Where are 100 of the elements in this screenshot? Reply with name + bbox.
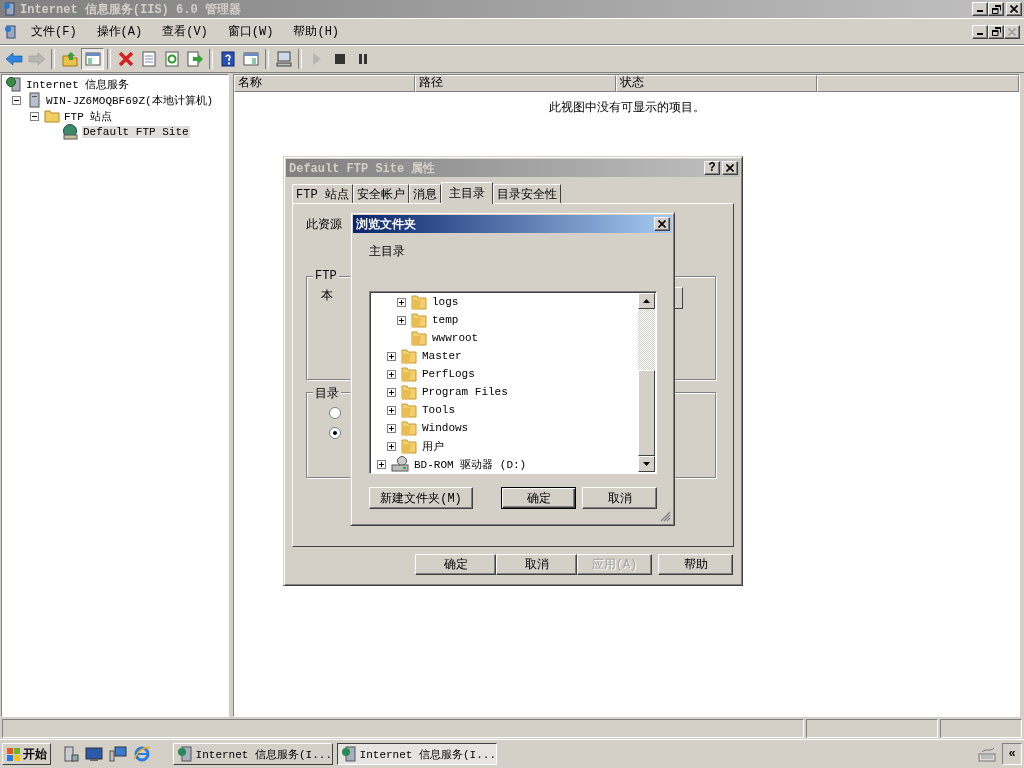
expand-icon[interactable] — [387, 441, 396, 451]
dialog-title: Default FTP Site 属性 — [289, 160, 436, 177]
radio-button[interactable] — [329, 427, 341, 439]
start-button[interactable]: 开始 — [2, 743, 51, 765]
tree-item[interactable]: Program Files — [422, 386, 508, 398]
expand-icon[interactable] — [387, 351, 396, 361]
tree-item[interactable]: WIN-JZ6MOQBF69Z(本地计算机) — [45, 92, 215, 108]
expand-icon[interactable] — [387, 405, 396, 415]
group-label: 目录 — [313, 385, 341, 402]
back-arrow-icon — [4, 51, 23, 67]
refresh-icon — [163, 51, 180, 67]
folder-icon — [411, 312, 427, 328]
tree-item[interactable]: FTP 站点 — [63, 108, 114, 124]
play-icon — [311, 53, 322, 65]
intro-text: 此资源 — [306, 217, 342, 233]
close-icon — [1010, 5, 1018, 13]
expand-icon[interactable] — [377, 459, 386, 469]
expand-icon[interactable] — [397, 297, 406, 307]
restore-button[interactable] — [988, 24, 1004, 39]
close-button[interactable] — [654, 217, 670, 231]
tree-item[interactable]: wwwroot — [432, 332, 479, 344]
radio-button[interactable] — [329, 407, 341, 419]
window-title: Internet 信息服务(IIS) 6.0 管理器 — [20, 1, 241, 18]
stop-icon — [334, 54, 345, 64]
tree-item[interactable]: logs — [432, 296, 459, 308]
close-icon — [658, 220, 666, 228]
folder-icon — [411, 330, 427, 346]
tree-item[interactable]: temp — [432, 314, 459, 326]
menu-item[interactable]: 查看(V) — [155, 21, 215, 42]
minimize-icon — [977, 10, 983, 12]
down-arrow-icon — [643, 462, 650, 466]
tree-item[interactable]: PerfLogs — [422, 368, 475, 380]
tab[interactable]: 主目录 — [440, 182, 493, 204]
tree-item[interactable]: Windows — [422, 422, 469, 434]
menu-item[interactable]: 文件(F) — [24, 21, 84, 42]
restore-button[interactable] — [988, 2, 1004, 16]
minimize-icon — [977, 32, 983, 35]
scrollbar[interactable] — [638, 293, 655, 472]
dialog-button[interactable]: 确定 — [501, 487, 576, 509]
dialog-title: 浏览文件夹 — [356, 216, 416, 233]
expand-icon[interactable] — [397, 315, 406, 325]
browser-icon[interactable] — [133, 745, 151, 763]
close-button[interactable] — [1006, 2, 1022, 16]
dialog-button[interactable]: 新建文件夹(M) — [369, 487, 473, 509]
dialog-button[interactable]: 取消 — [582, 487, 657, 509]
tab[interactable]: 目录安全性 — [492, 184, 561, 203]
expand-icon[interactable] — [387, 387, 396, 397]
collapse-icon[interactable] — [30, 111, 39, 121]
windows-flag-icon — [6, 746, 22, 762]
help-button[interactable]: ? — [704, 161, 720, 175]
taskbar-button[interactable]: Internet 信息服务(I... — [337, 743, 497, 765]
computer-icon — [275, 51, 292, 67]
delete-icon — [117, 51, 134, 67]
close-button[interactable] — [722, 161, 738, 175]
tree-item[interactable]: Default FTP Site — [82, 126, 190, 138]
collapse-icon[interactable] — [12, 95, 21, 105]
column-header[interactable]: 名称 — [234, 75, 415, 92]
up-arrow-icon — [643, 299, 650, 303]
export-icon — [186, 51, 203, 67]
menu-item[interactable]: 帮助(H) — [286, 21, 347, 42]
tray-expand-button[interactable]: « — [1002, 743, 1022, 765]
restore-icon — [991, 27, 1001, 36]
globe-icon — [62, 124, 79, 140]
folder-icon — [401, 438, 417, 454]
server-icon — [3, 2, 17, 16]
folder-icon — [44, 108, 60, 124]
tab[interactable]: FTP 站点 — [292, 184, 353, 203]
tree-item[interactable]: Tools — [422, 404, 455, 416]
resize-grip-icon — [660, 511, 671, 522]
server-icon — [177, 746, 193, 762]
expand-icon[interactable] — [387, 423, 396, 433]
globe-server-icon — [6, 76, 22, 92]
monitor-icon[interactable] — [85, 746, 103, 762]
minimize-button[interactable] — [972, 24, 988, 39]
folder-icon — [401, 420, 417, 436]
tree-item[interactable]: Master — [422, 350, 462, 362]
folder-up-icon — [61, 51, 78, 67]
column-header[interactable]: 状态 — [616, 75, 817, 92]
menu-item[interactable]: 窗口(W) — [220, 21, 281, 42]
tree-item[interactable]: 用户 — [422, 438, 444, 454]
tab[interactable]: 安全帐户 — [352, 184, 409, 203]
tree-item[interactable]: BD-ROM 驱动器 (D:) — [414, 456, 527, 472]
folder-icon — [401, 366, 417, 382]
dialog-button[interactable]: 取消 — [496, 554, 577, 575]
expand-icon[interactable] — [387, 369, 396, 379]
computer-icon[interactable] — [109, 746, 127, 762]
tree-item[interactable]: Internet 信息服务 — [25, 76, 131, 92]
server-icon[interactable] — [63, 746, 79, 762]
dialog-button[interactable]: 确定 — [415, 554, 496, 575]
dialog-button[interactable]: 帮助 — [658, 554, 733, 575]
server-icon[interactable] — [4, 24, 18, 39]
tree-toggle-button[interactable] — [81, 48, 104, 70]
folder-icon — [401, 384, 417, 400]
close-icon — [1008, 27, 1016, 36]
tab[interactable]: 消息 — [408, 184, 441, 203]
folder-icon — [401, 348, 417, 364]
column-header[interactable]: 路径 — [415, 75, 616, 92]
menu-item[interactable]: 操作(A) — [89, 21, 150, 42]
minimize-button[interactable] — [972, 2, 988, 16]
taskbar-button[interactable]: Internet 信息服务(I... — [173, 743, 333, 765]
